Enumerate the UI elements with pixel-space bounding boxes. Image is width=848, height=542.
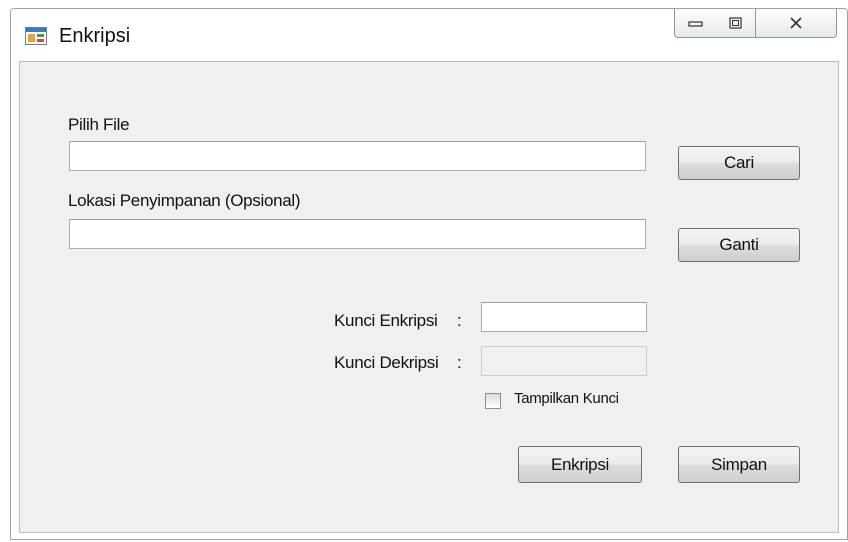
decrypt-key-input — [481, 346, 647, 376]
maximize-button[interactable] — [716, 9, 756, 38]
encrypt-key-label: Kunci Enkripsi — [334, 311, 438, 330]
save-button[interactable]: Simpan — [678, 446, 800, 483]
title-bar[interactable]: Enkripsi — [11, 9, 847, 61]
show-key-checkbox[interactable] — [485, 393, 501, 409]
change-location-button[interactable]: Ganti — [678, 228, 800, 262]
window-title: Enkripsi — [59, 25, 131, 47]
file-path-input[interactable] — [69, 141, 646, 171]
decrypt-key-label: Kunci Dekripsi — [334, 353, 439, 372]
close-button[interactable] — [756, 9, 837, 38]
encrypt-button[interactable]: Enkripsi — [518, 446, 642, 483]
file-label: Pilih File — [68, 115, 130, 134]
save-location-label: Lokasi Penyimpanan (Opsional) — [68, 191, 301, 210]
browse-button[interactable]: Cari — [678, 146, 800, 180]
save-location-input[interactable] — [69, 219, 646, 249]
encrypt-key-input[interactable] — [481, 302, 647, 332]
encryption-window: Enkripsi Pilih File Cari Lokasi Penyimpa… — [10, 8, 848, 540]
maximize-icon — [728, 16, 742, 29]
minimize-icon — [687, 21, 703, 27]
decrypt-key-colon: : — [457, 353, 462, 372]
encrypt-key-colon: : — [457, 311, 462, 330]
close-icon — [790, 17, 802, 29]
form-client-area: Pilih File Cari Lokasi Penyimpanan (Opsi… — [19, 61, 839, 533]
minimize-button[interactable] — [674, 9, 717, 38]
show-key-label[interactable]: Tampilkan Kunci — [514, 390, 619, 407]
form-icon — [25, 27, 47, 45]
